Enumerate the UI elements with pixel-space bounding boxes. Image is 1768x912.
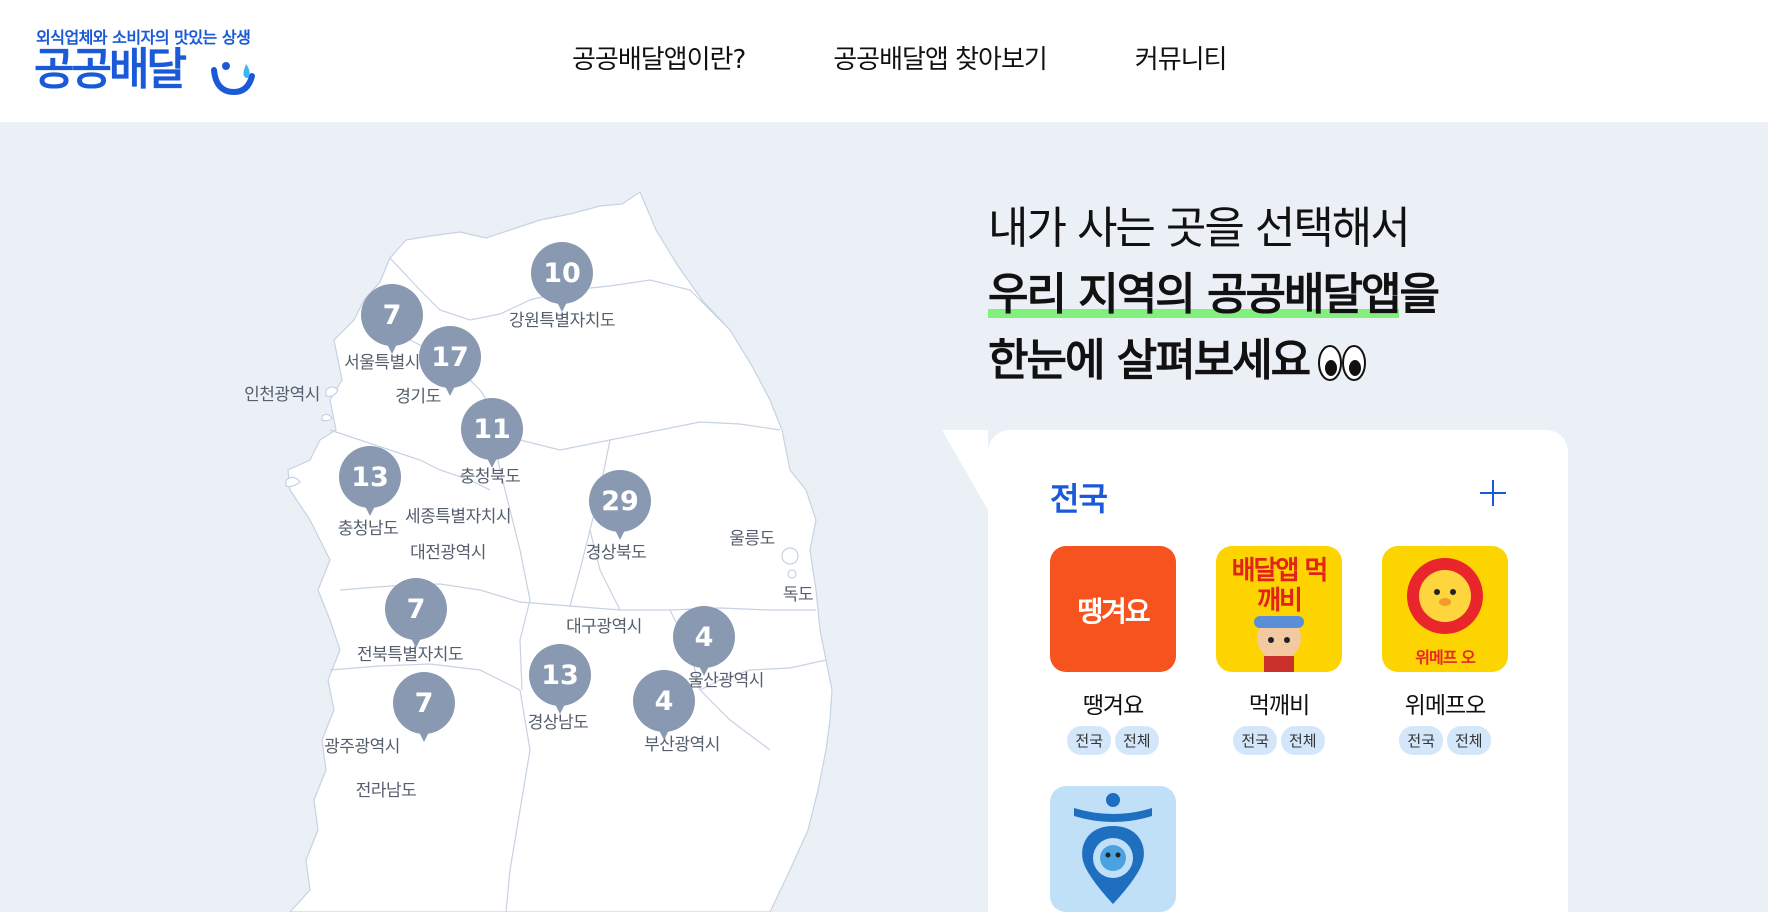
location-pin-mascot-icon — [1074, 793, 1152, 904]
korea-map: 강원특별자치도 서울특별시 경기도 인천광역시 충청북도 충청남도 세종특별자치… — [244, 190, 930, 912]
region-label-daegu[interactable]: 대구광역시 — [566, 612, 642, 637]
main-nav: 공공배달앱이란? 공공배달앱 찾아보기 커뮤니티 — [572, 40, 1314, 80]
pin-tail — [417, 728, 431, 742]
smile-icon — [211, 62, 255, 96]
pin-tail — [409, 634, 423, 648]
pin-tail — [553, 700, 567, 714]
app-name: 위메프오 — [1404, 693, 1487, 719]
logo-wordmark: 공공배달 — [34, 44, 187, 95]
app-tags: 전국 전체 — [1050, 726, 1176, 755]
app-icon-ddaenggyeoyo: 땡겨요 — [1050, 546, 1176, 672]
plus-icon[interactable] — [1480, 480, 1506, 506]
dokdo-island — [787, 569, 797, 579]
pin-gyeonggi[interactable]: 17 — [419, 326, 481, 398]
pin-tail — [657, 726, 671, 740]
region-label-jeonnam[interactable]: 전라남도 — [356, 776, 417, 801]
pin-gyeongbuk[interactable]: 29 — [589, 470, 651, 542]
pin-gwangju[interactable]: 7 — [393, 672, 455, 744]
tag-category: 전체 — [1447, 726, 1491, 755]
tag-region: 전국 — [1399, 726, 1443, 755]
pin-count: 7 — [385, 578, 447, 640]
pin-tail — [485, 454, 499, 468]
eyes-icon — [1318, 345, 1367, 381]
app-tags: 전국 전체 — [1216, 726, 1342, 755]
app-card-meokkaebi[interactable]: 배달앱 먹깨비 먹깨비 전국 전체 — [1216, 546, 1342, 755]
pin-tail — [555, 298, 569, 312]
app-icon-meokkaebi: 배달앱 먹깨비 — [1216, 546, 1342, 672]
site-header: 외식업체와 소비자의 맛있는 상생 공공배달 공공배달앱이란? 공공배달앱 찾아… — [0, 0, 1768, 122]
headline-line-3-text: 한눈에 살펴보세요 — [988, 335, 1311, 386]
headline-highlight: 우리 지역의 공공배달앱 — [988, 269, 1401, 320]
site-logo[interactable]: 외식업체와 소비자의 맛있는 상생 공공배달 — [34, 24, 274, 100]
panel-title: 전국 — [1050, 480, 1108, 518]
pin-chungnam[interactable]: 13 — [339, 446, 401, 518]
pin-tail — [697, 662, 711, 676]
region-label-daejeon[interactable]: 대전광역시 — [410, 538, 486, 563]
region-label-incheon[interactable]: 인천광역시 — [244, 380, 320, 405]
app-list-panel: 전국 땡겨요 땡겨요 전국 전체 배달앱 먹깨비 먹깨비 전국 전체 위메프 오… — [988, 430, 1568, 912]
app-tags: 전국 전체 — [1382, 726, 1508, 755]
headline-line-1: 내가 사는 곳을 선택해서 — [988, 203, 1411, 254]
pin-count: 11 — [461, 398, 523, 460]
app-icon-wemakeprice-o: 위메프 오 — [1382, 546, 1508, 672]
pin-tail — [385, 340, 399, 354]
pin-count: 7 — [393, 672, 455, 734]
app-name: 먹깨비 — [1248, 693, 1310, 719]
nav-about[interactable]: 공공배달앱이란? — [572, 40, 746, 80]
tag-category: 전체 — [1115, 726, 1159, 755]
app-card-public[interactable] — [1050, 786, 1176, 912]
ulleungdo-island — [781, 547, 799, 565]
pin-busan[interactable]: 4 — [633, 670, 695, 742]
pin-count: 4 — [673, 606, 735, 668]
pin-chungbuk[interactable]: 11 — [461, 398, 523, 470]
pin-count: 29 — [589, 470, 651, 532]
pin-ulsan[interactable]: 4 — [673, 606, 735, 678]
headline-line-2-rest: 을 — [1399, 269, 1440, 320]
tag-region: 전국 — [1233, 726, 1277, 755]
tag-category: 전체 — [1281, 726, 1325, 755]
app-name: 땡겨요 — [1082, 693, 1144, 719]
headline-line-2: 우리 지역의 공공배달앱을 — [988, 262, 1548, 328]
pin-jeonbuk[interactable]: 7 — [385, 578, 447, 650]
pin-gyeongnam[interactable]: 13 — [529, 644, 591, 716]
region-label-ulleungdo[interactable]: 울릉도 — [729, 524, 775, 549]
app-icon-text: 땡겨요 — [1077, 595, 1150, 628]
region-label-sejong[interactable]: 세종특별자치시 — [405, 502, 511, 527]
pin-count: 13 — [529, 644, 591, 706]
app-card-ddaenggyeoyo[interactable]: 땡겨요 땡겨요 전국 전체 — [1050, 546, 1176, 755]
region-label-gwangju[interactable]: 광주광역시 — [324, 732, 400, 757]
pin-count: 10 — [531, 242, 593, 304]
pin-seoul[interactable]: 7 — [361, 284, 423, 356]
region-label-dokdo[interactable]: 독도 — [783, 580, 814, 605]
app-icon-public — [1050, 786, 1176, 912]
pin-tail — [613, 526, 627, 540]
hero-headline: 내가 사는 곳을 선택해서 우리 지역의 공공배달앱을 한눈에 살펴보세요 — [988, 196, 1548, 394]
pin-count: 17 — [419, 326, 481, 388]
mascot-icon — [1254, 616, 1304, 672]
headline-line-3: 한눈에 살펴보세요 — [988, 328, 1548, 394]
pin-count: 13 — [339, 446, 401, 508]
pin-tail — [363, 502, 377, 516]
app-card-wemakeprice-o[interactable]: 위메프 오 위메프오 전국 전체 — [1382, 546, 1508, 755]
pin-count: 7 — [361, 284, 423, 346]
pin-count: 4 — [633, 670, 695, 732]
nav-community[interactable]: 커뮤니티 — [1135, 40, 1228, 80]
nav-find-apps[interactable]: 공공배달앱 찾아보기 — [833, 40, 1048, 80]
panel-notch — [942, 430, 988, 510]
pin-gangwon[interactable]: 10 — [531, 242, 593, 314]
pin-tail — [443, 382, 457, 396]
tag-region: 전국 — [1067, 726, 1111, 755]
app-icon-text: 위메프 오 — [1415, 648, 1475, 667]
